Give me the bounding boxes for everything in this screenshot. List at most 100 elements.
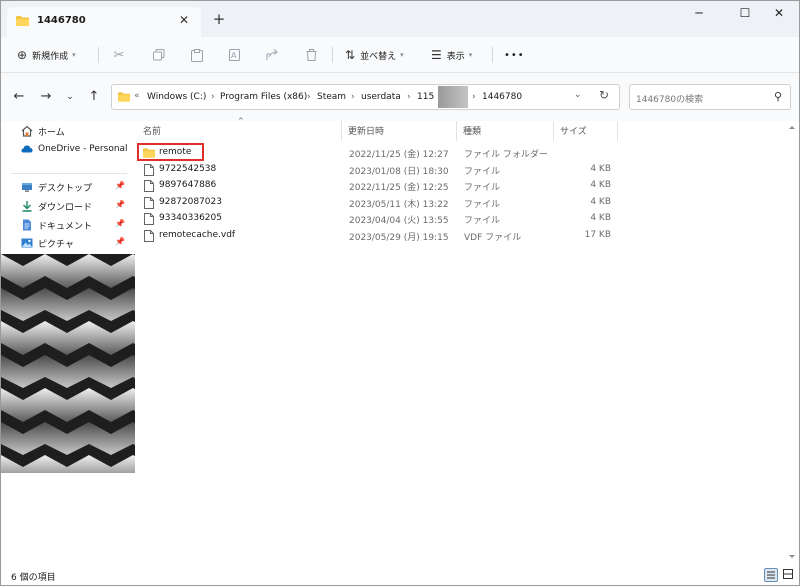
sidebar-item-documents[interactable]: ドキュメント <box>21 217 92 233</box>
file-icon <box>144 180 154 192</box>
command-bar: ⊕ 新規作成 ▾ ✂ A ⇅ 並べ替え ▾ ☰ 表示 ▾ ••• <box>1 37 799 73</box>
sidebar-item-onedrive[interactable]: OneDrive - Personal <box>21 141 128 157</box>
forward-arrow-icon[interactable]: → <box>37 88 55 106</box>
details-view-icon <box>767 571 775 579</box>
file-row[interactable]: remotecache.vdf 2023/05/29 (月) 19:15 VDF… <box>141 228 621 244</box>
file-name: 9722542538 <box>159 164 217 174</box>
pin-icon[interactable]: 📌 <box>115 219 125 228</box>
breadcrumb-program-files[interactable]: Program Files (x86) <box>220 92 307 102</box>
column-header-date[interactable]: 更新日時 <box>348 124 384 137</box>
address-row: ← → ⌄ ↑ « Windows (C:) › Program Files (… <box>1 73 799 121</box>
column-header-type[interactable]: 種類 <box>463 124 481 137</box>
breadcrumb-user-id[interactable]: 115 <box>417 92 434 102</box>
column-divider[interactable] <box>553 121 554 141</box>
file-icon <box>144 197 154 209</box>
copy-icon[interactable] <box>149 45 169 65</box>
file-icon <box>144 230 154 242</box>
rename-icon[interactable]: A <box>225 45 245 65</box>
plus-circle-icon: ⊕ <box>17 48 28 62</box>
sidebar-item-pictures[interactable]: ピクチャ <box>21 235 74 251</box>
file-type: ファイル <box>464 183 501 193</box>
minimize-button[interactable]: ─ <box>688 5 710 21</box>
folder-icon <box>16 16 29 26</box>
file-name: 9897647886 <box>159 180 217 190</box>
file-type: ファイル フォルダー <box>464 150 548 160</box>
file-row[interactable]: 92872087023 2023/05/11 (木) 13:22 ファイル 4 … <box>141 195 621 211</box>
new-button-label: 新規作成 <box>32 51 69 62</box>
chevron-right-icon[interactable]: › <box>351 92 355 102</box>
search-icon[interactable]: ⚲ <box>774 90 782 103</box>
chevron-right-icon[interactable]: › <box>307 92 311 102</box>
column-divider[interactable] <box>617 121 618 141</box>
pin-icon[interactable]: 📌 <box>115 237 125 246</box>
tab-current-folder[interactable]: 1446780 ✕ <box>7 7 201 37</box>
breadcrumb-steam[interactable]: Steam <box>317 92 346 102</box>
view-button-label: 表示 <box>446 51 465 62</box>
vertical-scrollbar[interactable] <box>787 125 797 565</box>
view-button[interactable]: ☰ 表示 ▾ <box>431 45 472 65</box>
divider <box>98 47 99 63</box>
column-divider[interactable] <box>341 121 342 141</box>
chevron-right-icon[interactable]: › <box>407 92 411 102</box>
details-view-button[interactable] <box>764 568 778 582</box>
close-window-button[interactable]: ✕ <box>768 5 790 21</box>
column-header-name[interactable]: 名前 <box>143 124 161 137</box>
search-input[interactable]: 1446780の検索 ⚲ <box>629 84 791 110</box>
share-icon[interactable] <box>262 45 282 65</box>
column-header-size[interactable]: サイズ <box>560 124 587 137</box>
sidebar-item-label: ホーム <box>38 127 65 138</box>
delete-icon[interactable] <box>301 45 321 65</box>
navigation-pane: ホーム OneDrive - Personal デスクトップ 📌 ダウンロード … <box>1 121 135 565</box>
chevron-right-icon[interactable]: › <box>472 92 476 102</box>
file-name: remotecache.vdf <box>159 230 236 240</box>
sort-ascending-icon: ⌃ <box>237 117 245 127</box>
breadcrumb-drive[interactable]: Windows (C:) <box>147 92 206 102</box>
more-options-button[interactable]: ••• <box>504 45 525 65</box>
maximize-button[interactable]: ☐ <box>734 5 756 21</box>
address-dropdown-icon[interactable]: ⌄ <box>574 90 582 100</box>
file-row[interactable]: 93340336205 2023/04/04 (火) 13:55 ファイル 4 … <box>141 211 621 227</box>
sort-button[interactable]: ⇅ 並べ替え ▾ <box>345 45 404 65</box>
sidebar-item-home[interactable]: ホーム <box>21 123 65 139</box>
file-name: 92872087023 <box>159 197 222 207</box>
recent-locations-chevron-icon[interactable]: ⌄ <box>61 88 79 106</box>
cut-icon[interactable]: ✂ <box>109 45 129 65</box>
title-bar: 1446780 ✕ + ─ ☐ ✕ <box>1 1 799 37</box>
file-row[interactable]: 9722542538 2023/01/08 (日) 18:30 ファイル 4 K… <box>141 162 621 178</box>
breadcrumb-overflow[interactable]: « <box>134 91 140 101</box>
obscuring-pattern <box>1 254 135 473</box>
desktop-icon <box>22 183 32 192</box>
file-explorer-window: 1446780 ✕ + ─ ☐ ✕ ⊕ 新規作成 ▾ ✂ A ⇅ 並べ替え ▾ … <box>0 0 800 586</box>
new-button[interactable]: ⊕ 新規作成 ▾ <box>17 45 76 65</box>
file-row[interactable]: 9897647886 2022/11/25 (金) 12:25 ファイル 4 K… <box>141 178 621 194</box>
file-list: ⌃ 名前 更新日時 種類 サイズ remote 2022/11/25 (金) 1… <box>135 117 799 565</box>
sidebar-item-desktop[interactable]: デスクトップ <box>21 179 92 195</box>
tiles-view-button[interactable] <box>782 568 796 582</box>
download-icon <box>22 201 32 212</box>
up-arrow-icon[interactable]: ↑ <box>85 88 103 106</box>
file-size: 4 KB <box>590 164 611 174</box>
column-divider[interactable] <box>456 121 457 141</box>
pin-icon[interactable]: 📌 <box>115 181 125 190</box>
new-tab-button[interactable]: + <box>211 11 227 27</box>
search-placeholder: 1446780の検索 <box>636 95 704 105</box>
refresh-icon[interactable]: ↻ <box>599 88 609 102</box>
tab-close-icon[interactable]: ✕ <box>177 13 191 27</box>
tiles-view-icon <box>783 569 793 579</box>
file-size: 4 KB <box>590 213 611 223</box>
sidebar-item-label: OneDrive - Personal <box>38 144 128 154</box>
breadcrumb-current[interactable]: 1446780 <box>482 92 522 102</box>
back-arrow-icon[interactable]: ← <box>10 88 28 106</box>
sidebar-divider <box>11 173 127 174</box>
address-bar[interactable]: « Windows (C:) › Program Files (x86) › S… <box>111 84 620 110</box>
chevron-right-icon[interactable]: › <box>211 92 215 102</box>
tab-title: 1446780 <box>37 15 86 26</box>
breadcrumb-userdata[interactable]: userdata <box>361 92 401 102</box>
pin-icon[interactable]: 📌 <box>115 200 125 209</box>
document-icon <box>23 219 31 231</box>
sidebar-item-label: ドキュメント <box>38 221 93 232</box>
file-row[interactable]: remote 2022/11/25 (金) 12:27 ファイル フォルダー <box>141 145 621 161</box>
file-type: VDF ファイル <box>464 233 522 243</box>
paste-icon[interactable] <box>187 45 207 65</box>
sidebar-item-downloads[interactable]: ダウンロード <box>21 198 92 214</box>
